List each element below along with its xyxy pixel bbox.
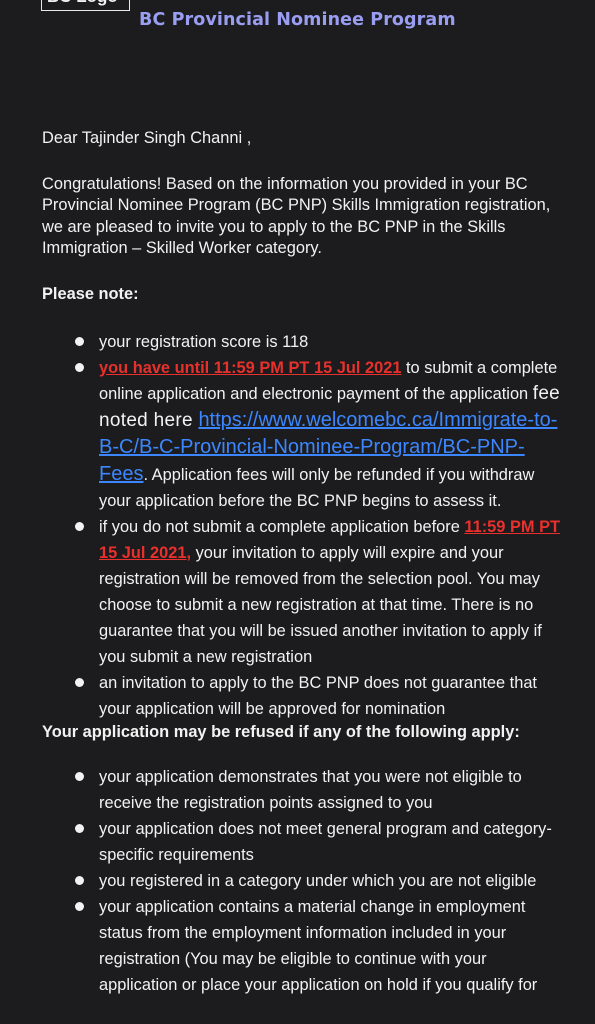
intro-paragraph: Congratulations! Based on the informatio… [42, 174, 551, 258]
letter-body: Dear Tajinder Singh Channi , Congratulat… [42, 128, 567, 998]
refusal-list: your application demonstrates that you w… [42, 764, 567, 998]
list-item: your application demonstrates that you w… [42, 764, 567, 816]
list-item: you registered in a category under which… [42, 868, 567, 894]
deadline-date: until 11:59 PM PT 15 Jul 2021 [174, 359, 402, 377]
list-item-guarantee: an invitation to apply to the BC PNP doe… [42, 670, 567, 722]
salutation: Dear Tajinder Singh Channi , [42, 129, 252, 147]
deadline-prefix: you have [99, 359, 175, 377]
program-title: BC Provincial Nominee Program [139, 10, 456, 30]
list-item: your application contains a material cha… [42, 894, 567, 998]
note-heading: Please note: [42, 284, 139, 303]
list-item-expire: if you do not submit a complete applicat… [42, 514, 567, 670]
list-item: your application does not meet general p… [42, 816, 567, 868]
refusal-heading: Your application may be refused if any o… [42, 723, 520, 741]
refund-text: . Application fees will only be refunded… [99, 466, 535, 510]
expire-text-start: if you do not submit a complete applicat… [99, 518, 465, 536]
bc-logo: BC Logo [41, 0, 130, 11]
list-item-score: your registration score is 118 [42, 329, 567, 355]
expire-text-end: your invitation to apply will expire and… [99, 544, 542, 666]
note-list: your registration score is 118 you have … [42, 329, 567, 722]
list-item-deadline: you have until 11:59 PM PT 15 Jul 2021 t… [42, 355, 567, 514]
